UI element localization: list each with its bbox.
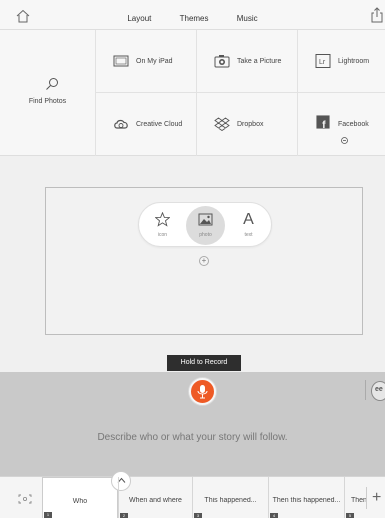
tab-layout[interactable]: Layout [127, 14, 151, 23]
slide-label: When and where [129, 497, 182, 504]
fit-view-icon[interactable] [18, 494, 32, 504]
timeline-slide[interactable]: This happened... 3 [192, 477, 268, 518]
facebook-icon: f [316, 115, 330, 129]
hold-to-record-tooltip: Hold to Record [167, 355, 241, 371]
timeline-slide[interactable]: Who 1 [42, 471, 131, 518]
source-creative-cloud[interactable]: Creative Cloud [96, 93, 197, 156]
source-label: Take a Picture [237, 58, 282, 65]
source-on-my-ipad[interactable]: On My iPad [96, 30, 197, 93]
slide-frame[interactable]: icon photo A text + [45, 187, 363, 335]
playback-button-label: ee [375, 386, 383, 393]
slide-number: 4 [270, 513, 278, 518]
slide-number: 3 [194, 513, 202, 518]
source-lightroom[interactable]: Lr Lightroom [298, 30, 385, 93]
slide-number: 5 [346, 513, 354, 518]
photo-icon [198, 213, 213, 226]
photo-sources-panel: Find Photos On My iPad Take a Picture Lr… [0, 30, 385, 156]
creative-cloud-icon [114, 119, 128, 129]
text-icon: A [243, 211, 254, 228]
find-photos-label: Find Photos [28, 98, 67, 105]
source-label: Lightroom [338, 58, 370, 65]
story-canvas: icon photo A text + [0, 156, 385, 372]
logout-icon[interactable] [341, 137, 348, 144]
record-prompt: Describe who or what your story will fol… [97, 432, 288, 443]
search-icon [46, 78, 58, 90]
timeline-slide[interactable]: Then 5 [344, 477, 366, 518]
slide-number: 2 [120, 513, 128, 518]
content-type-picker: icon photo A text [138, 202, 272, 247]
camera-icon [214, 55, 230, 68]
slide-timeline: Who 1 When and where 2 This happened... … [0, 471, 385, 518]
tab-themes[interactable]: Themes [180, 14, 209, 23]
picker-text-option[interactable]: A text [229, 206, 268, 245]
divider [366, 487, 367, 509]
source-facebook[interactable]: f Facebook [298, 93, 385, 156]
timeline-slide[interactable]: Then this happened... 4 [268, 477, 344, 518]
source-label: Creative Cloud [136, 121, 183, 128]
divider [365, 380, 366, 400]
ipad-icon [113, 55, 129, 67]
slide-number: 1 [44, 512, 52, 518]
record-button[interactable] [189, 378, 216, 405]
picker-label: text [244, 232, 253, 238]
source-label: Facebook [338, 121, 369, 128]
microphone-icon [197, 385, 208, 399]
tab-music[interactable]: Music [237, 14, 258, 23]
lightroom-icon: Lr [315, 54, 331, 68]
find-photos-button[interactable]: Find Photos [0, 30, 96, 156]
top-nav: Layout Themes Music [0, 14, 385, 23]
record-panel: ee Describe who or what your story will … [0, 372, 385, 476]
picker-label: icon [157, 232, 168, 238]
source-dropbox[interactable]: Dropbox [197, 93, 298, 156]
share-icon[interactable] [371, 7, 383, 23]
picker-icon-option[interactable]: icon [143, 206, 182, 245]
slide-label: Then this happened... [272, 497, 341, 504]
playback-button[interactable]: ee [371, 381, 385, 401]
picker-label: photo [199, 232, 212, 238]
source-label: Dropbox [237, 121, 264, 128]
dropbox-icon [214, 117, 230, 131]
svg-text:Lr: Lr [319, 59, 326, 66]
source-label: On My iPad [136, 58, 173, 65]
timeline-slide[interactable]: When and where 2 [118, 477, 192, 518]
slide-label: Then [351, 497, 366, 504]
top-bar: Layout Themes Music [0, 0, 385, 30]
add-slide-button[interactable]: + [372, 490, 381, 506]
slide-label: This happened... [204, 497, 257, 504]
slide-label: Who [72, 498, 88, 505]
svg-text:f: f [322, 119, 326, 129]
star-icon [155, 212, 170, 227]
add-content-button[interactable]: + [199, 256, 209, 266]
source-take-a-picture[interactable]: Take a Picture [197, 30, 298, 93]
picker-photo-option[interactable]: photo [186, 206, 225, 245]
